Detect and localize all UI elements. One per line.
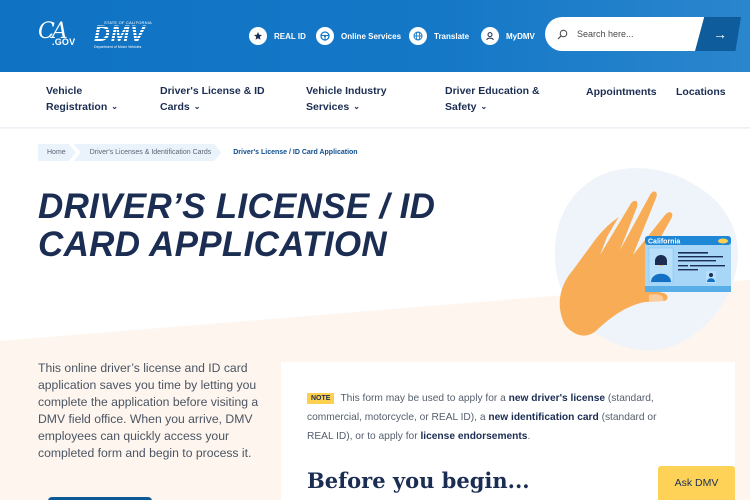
arrow-right-icon: → — [713, 26, 727, 42]
chevron-down-icon: ⌄ — [353, 102, 360, 111]
utility-link-label: Online Services — [341, 31, 402, 41]
utility-link-label: Translate — [434, 31, 470, 41]
chevron-down-icon: ⌄ — [193, 102, 201, 111]
dmv-logo-wordmark: DMV — [94, 21, 146, 46]
hand-holding-id-illustration: California — [554, 168, 739, 351]
note-emphasis: new identification card — [488, 412, 599, 423]
user-icon — [481, 27, 499, 45]
note-paragraph: NOTE This form may be used to apply for a… — [307, 389, 677, 446]
breadcrumb: Home Driver's Licenses & Identification … — [38, 144, 368, 161]
site-search: Search here... → — [545, 17, 741, 51]
nav-item-label: Driver's License & ID — [160, 85, 265, 97]
breadcrumb-current: Driver's License / ID Card Application — [233, 149, 358, 156]
steering-wheel-icon — [316, 27, 334, 45]
nav-item-label: Vehicle — [46, 85, 83, 97]
breadcrumb-drivers-licenses[interactable]: Driver's Licenses & Identification Cards — [74, 144, 222, 161]
note-text: This form may be used to apply for a — [340, 393, 509, 404]
nav-item-label: Vehicle Industry — [306, 85, 387, 97]
chevron-down-icon: ⌄ — [480, 102, 488, 111]
page-title-line-2: Card Application — [38, 225, 387, 264]
nav-item-drivers-license-id-cards[interactable]: Driver's License & ID Cards ⌄ — [160, 83, 265, 116]
search-placeholder: Search here... — [577, 29, 634, 39]
intro-paragraph: This online driver’s license and ID card… — [38, 361, 259, 460]
utility-link-translate[interactable]: Translate — [409, 25, 469, 47]
id-card-state: California — [648, 239, 680, 246]
note-badge: NOTE — [307, 393, 335, 404]
star-icon — [249, 27, 267, 45]
utility-link-label: MyDMV — [506, 31, 535, 41]
utility-link-mydmv[interactable]: MyDMV — [481, 25, 535, 47]
globe-icon — [409, 27, 427, 45]
nav-item-locations[interactable]: Locations — [676, 84, 726, 100]
nav-item-label: Driver Education & — [445, 85, 540, 97]
id-card-icon: California — [645, 236, 731, 292]
utility-link-real-id[interactable]: REAL ID — [249, 25, 306, 47]
page-title: Driver’s License / ID Card Application — [38, 188, 478, 264]
ca-logo-gov: .GOV — [52, 37, 76, 47]
nav-item-label: Services — [306, 101, 350, 113]
search-icon — [557, 29, 568, 39]
dmv-logo-department: Department of Motor Vehicles — [94, 45, 142, 49]
ask-dmv-button[interactable]: Ask DMV — [658, 466, 735, 500]
note-emphasis: license endorsements — [420, 431, 528, 442]
site-header: CA .GOV STATE OF CALIFORNIA DMV Departme… — [0, 0, 750, 72]
nav-item-vehicle-industry-services[interactable]: Vehicle Industry Services ⌄ — [306, 83, 387, 116]
nav-item-label: Registration — [46, 101, 108, 113]
ca-gov-logo[interactable]: CA .GOV — [38, 20, 78, 50]
chevron-down-icon: ⌄ — [111, 102, 118, 111]
nav-item-label: Safety — [445, 101, 477, 113]
note-emphasis: new driver's license — [508, 393, 606, 404]
utility-link-online-services[interactable]: Online Services — [316, 25, 401, 47]
before-you-begin-heading: Before you begin... — [307, 468, 530, 493]
nav-item-appointments[interactable]: Appointments — [586, 84, 657, 100]
search-input[interactable]: Search here... — [545, 17, 710, 51]
note-text: . — [527, 431, 531, 442]
nav-item-label: Cards — [160, 101, 190, 113]
breadcrumb-home[interactable]: Home — [38, 144, 76, 161]
utility-link-label: REAL ID — [274, 31, 306, 41]
dmv-logo[interactable]: STATE OF CALIFORNIA DMV Department of Mo… — [92, 20, 164, 50]
main-nav: Vehicle Registration ⌄ Driver's License &… — [0, 72, 750, 128]
page-title-line-1: Driver’s License / ID — [38, 187, 436, 226]
nav-item-vehicle-registration[interactable]: Vehicle Registration ⌄ — [46, 83, 118, 116]
nav-item-driver-education-safety[interactable]: Driver Education & Safety ⌄ — [445, 83, 540, 116]
